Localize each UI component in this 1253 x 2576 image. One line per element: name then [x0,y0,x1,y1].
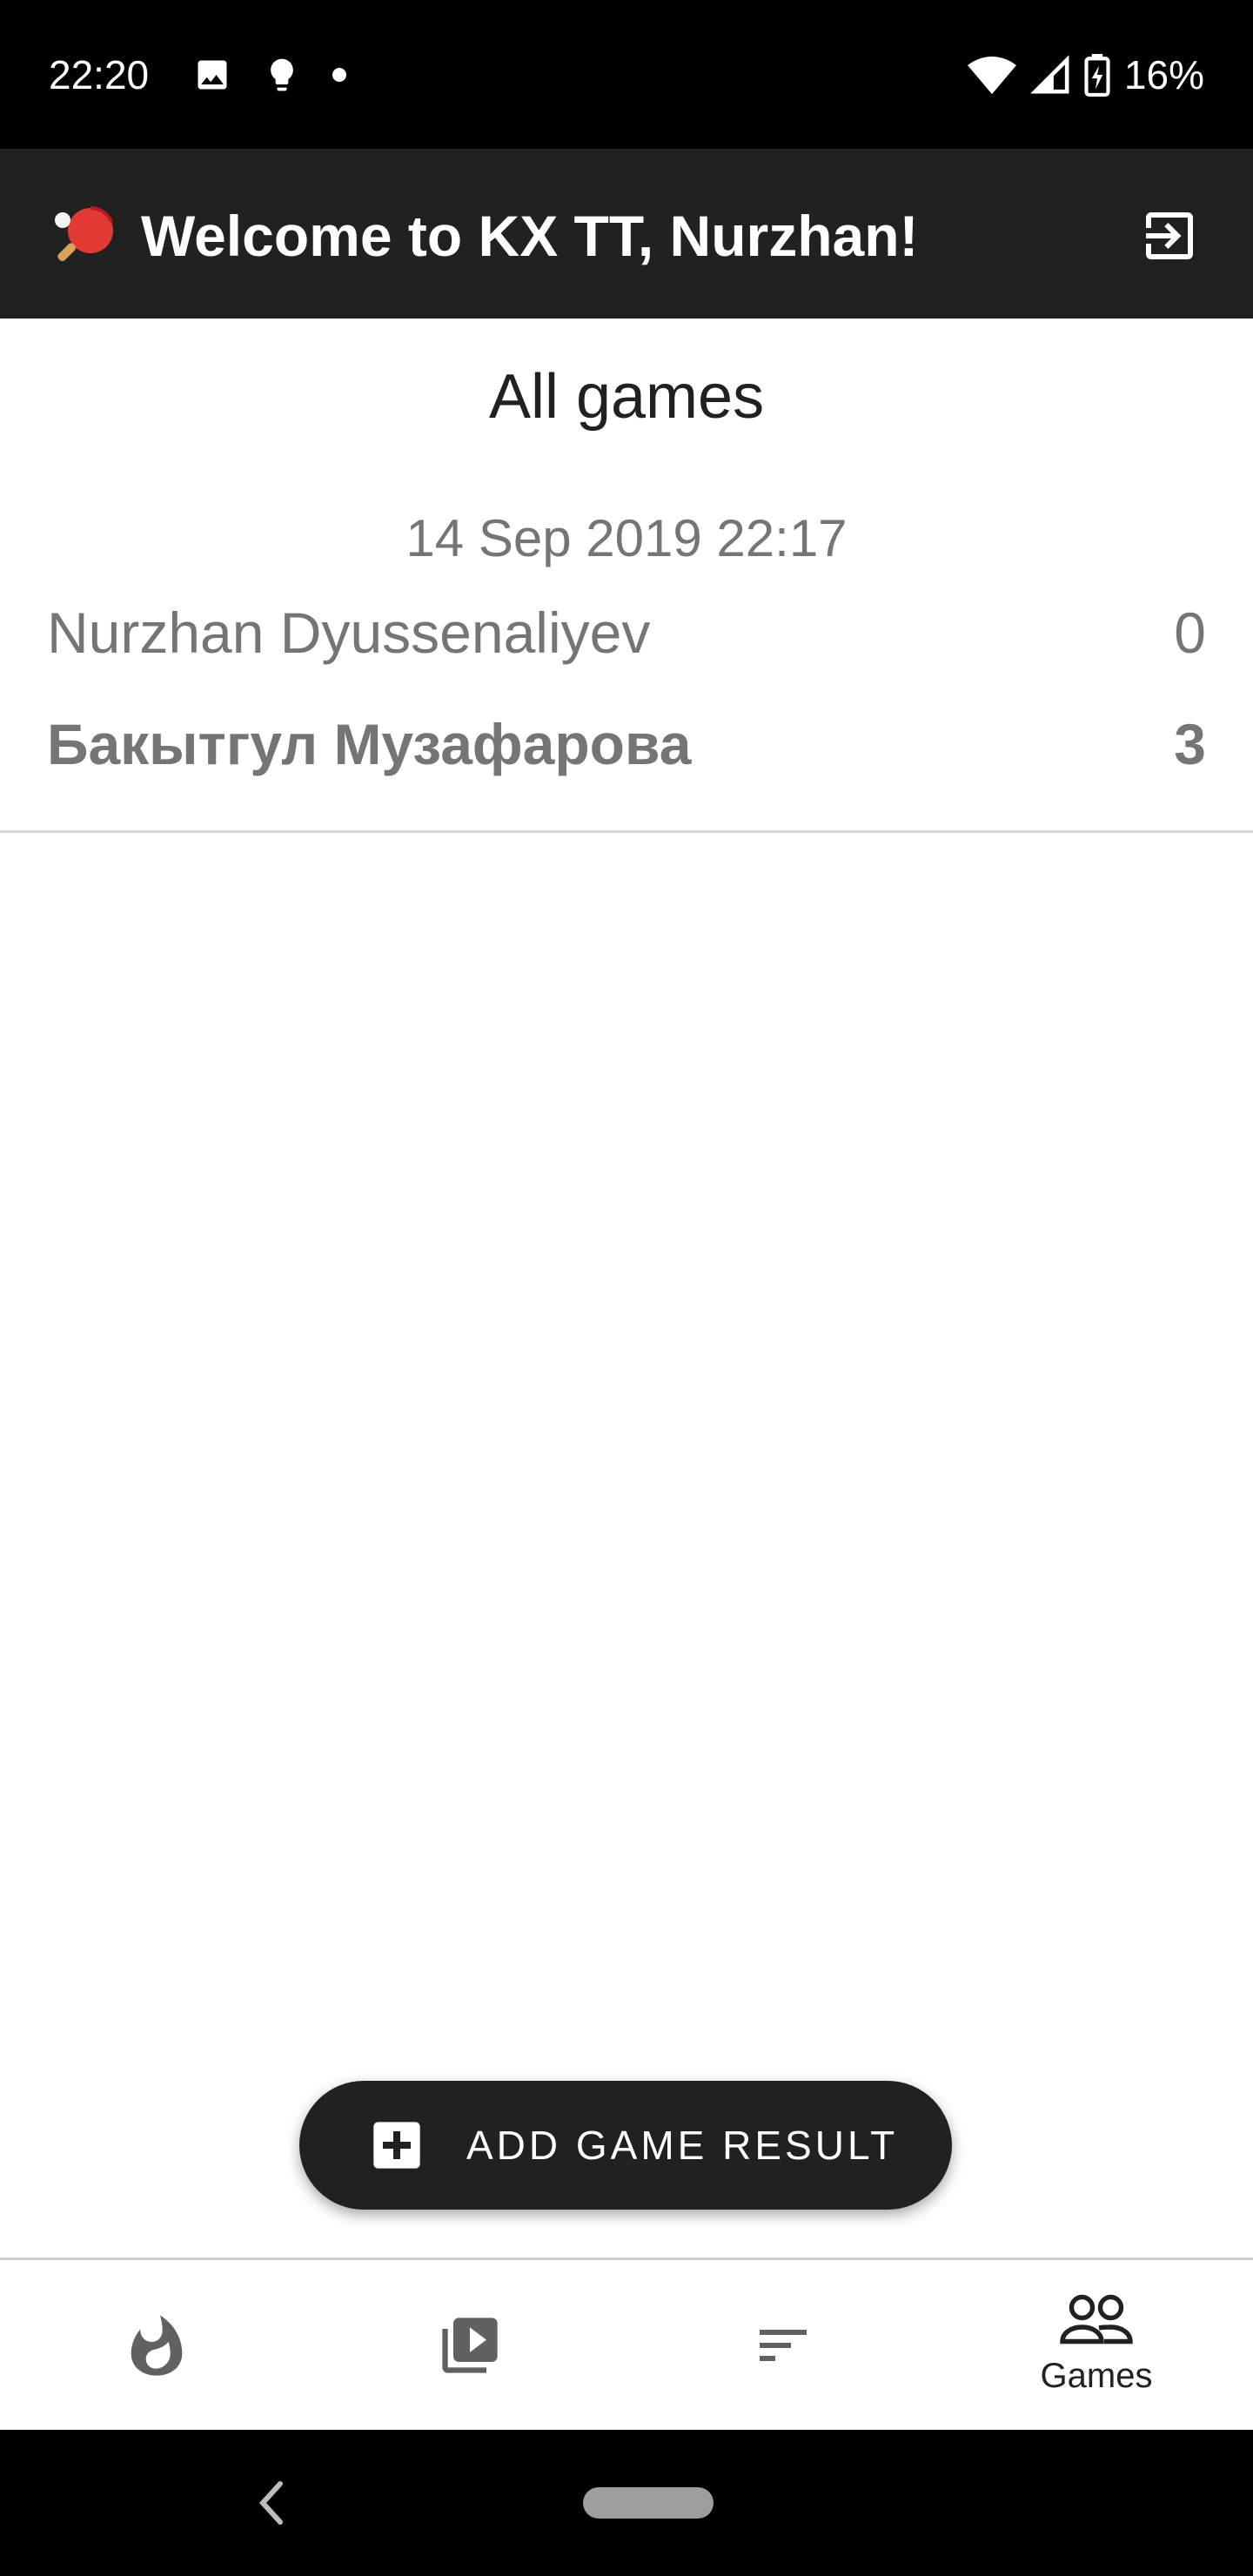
nav-item-hot[interactable] [0,2260,313,2430]
player-name: Nurzhan Dyussenaliyev [47,600,651,665]
logout-icon [1146,212,1193,259]
add-box-icon [373,2122,420,2169]
nav-item-games[interactable]: Games [940,2260,1253,2430]
app-bar: Welcome to KX TT, Nurzhan! [0,149,1253,319]
page-title: All games [488,362,765,432]
battery-percent: 16% [1123,52,1204,97]
people-icon [1060,2294,1133,2344]
player-score: 3 [1174,712,1206,776]
status-time: 22:20 [49,52,150,97]
back-icon[interactable] [254,2479,289,2527]
home-pill[interactable] [583,2487,714,2519]
game-card[interactable]: 14 Sep 2019 22:17 Nurzhan Dyussenaliyev … [0,501,1253,833]
add-game-result-label: ADD GAME RESULT [466,2123,899,2168]
app-title: Welcome to KX TT, Nurzhan! [141,204,919,268]
notification-icons [193,52,346,97]
game-date: 14 Sep 2019 22:17 [405,509,848,567]
lightbulb-icon [271,58,293,91]
nav-item-label: Games [1040,2356,1153,2395]
add-game-result-button[interactable]: ADD GAME RESULT [299,2081,952,2210]
signal-icon [1030,55,1069,94]
main-content: All games 14 Sep 2019 22:17 Nurzhan Dyus… [0,319,1253,2257]
sort-icon [760,2329,807,2361]
dot-icon [332,68,346,82]
wifi-icon [967,57,1016,95]
image-icon [198,60,227,90]
player-score: 0 [1174,600,1206,665]
bottom-navigation: Games [0,2257,1253,2430]
logout-button[interactable] [1128,194,1211,278]
battery-charging-icon [1084,54,1110,97]
status-bar: 22:20 16% [0,0,1253,149]
nav-item-videos[interactable] [313,2260,626,2430]
system-navigation-bar [0,2430,1253,2576]
status-right-icons: 16% [967,49,1204,101]
player-name: Бакытгул Музафарова [47,712,692,776]
player-row-winner: Бакытгул Музафарова 3 [47,707,1206,782]
player-row: Nurzhan Dyussenaliyev 0 [47,595,1206,670]
flame-icon [131,2314,183,2376]
ping-pong-icon [55,206,113,262]
video-library-icon [442,2317,498,2373]
nav-item-ranking[interactable] [626,2260,940,2430]
